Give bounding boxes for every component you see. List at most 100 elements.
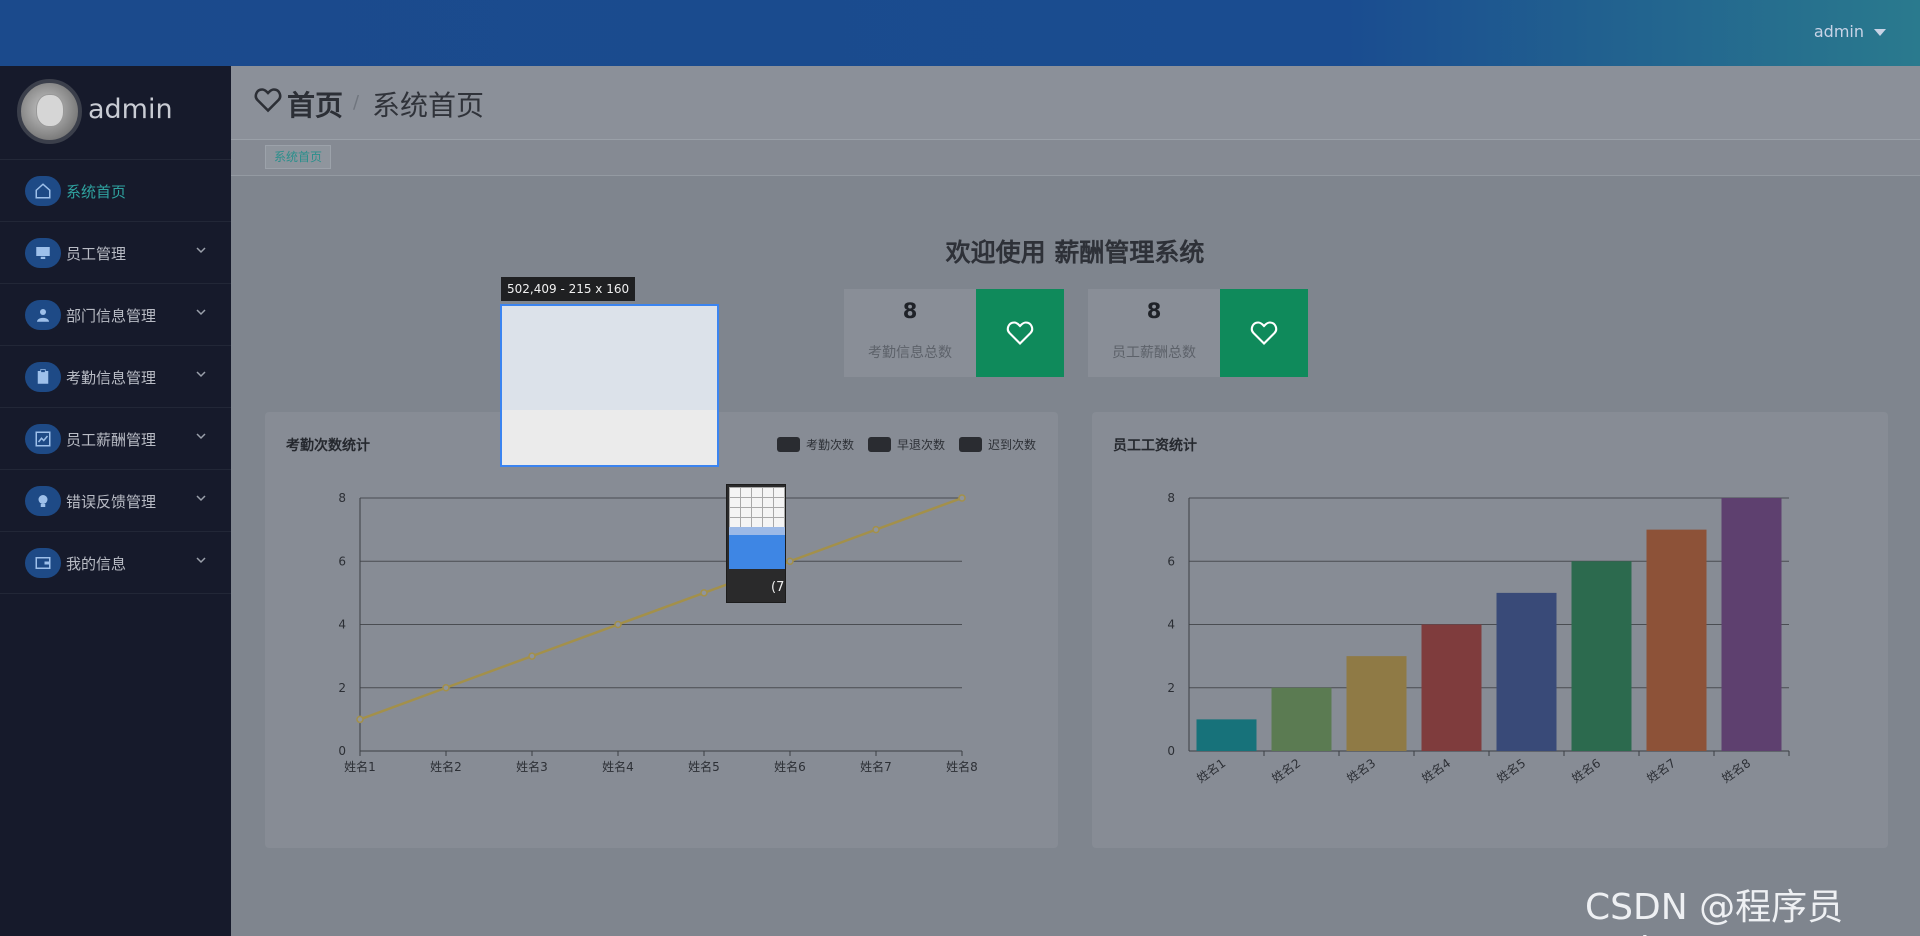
sidebar-item-my-info[interactable]: 我的信息 bbox=[0, 532, 231, 594]
user-icon bbox=[25, 300, 61, 330]
chevron-down-icon[interactable] bbox=[195, 244, 207, 256]
x-tick-label: 姓名3 bbox=[516, 759, 548, 774]
x-tick-label: 姓名4 bbox=[1419, 755, 1454, 785]
x-tick-label: 姓名7 bbox=[860, 759, 892, 774]
sidebar-item-departments[interactable]: 部门信息管理 bbox=[0, 284, 231, 346]
chevron-down-icon[interactable] bbox=[195, 492, 207, 504]
stat-card-attendance: 8 考勤信息总数 bbox=[844, 289, 1064, 377]
y-tick-label: 2 bbox=[338, 681, 346, 695]
bar bbox=[1496, 592, 1557, 751]
bar bbox=[1421, 624, 1482, 751]
data-point bbox=[958, 494, 966, 502]
chevron-down-icon[interactable] bbox=[195, 554, 207, 566]
sidebar-item-label: 员工薪酬管理 bbox=[66, 431, 157, 449]
data-point bbox=[786, 557, 794, 565]
salary-chart-panel: 员工工资统计 0 2 4 6 8 姓名1 姓名2 姓名3 姓名4 姓名5 姓名6 姓名7 姓名8 bbox=[1092, 412, 1888, 848]
sidebar-item-feedback[interactable]: 错误反馈管理 bbox=[0, 470, 231, 532]
x-tick-label: 姓名2 bbox=[430, 759, 462, 774]
chevron-down-icon[interactable] bbox=[195, 430, 207, 442]
profile-name: admin bbox=[88, 94, 173, 125]
series-line bbox=[359, 496, 963, 721]
monitor-icon bbox=[25, 238, 61, 268]
welcome-heading: 欢迎使用 薪酬管理系统 bbox=[945, 238, 1205, 267]
y-tick-label: 8 bbox=[1167, 491, 1175, 505]
data-point bbox=[528, 652, 536, 660]
chevron-down-icon[interactable] bbox=[195, 306, 207, 318]
sidebar: admin 系统首页 员工管理 部门信息管理 考勤信息管理 员工薪酬管理 错误反… bbox=[0, 66, 231, 936]
chevron-down-icon[interactable] bbox=[195, 368, 207, 380]
bar bbox=[1721, 498, 1782, 751]
sidebar-item-label: 员工管理 bbox=[66, 245, 127, 263]
heart-icon bbox=[1220, 289, 1308, 377]
y-tick-label: 8 bbox=[338, 491, 346, 505]
x-tick-label: 姓名6 bbox=[774, 759, 806, 774]
y-tick-label: 6 bbox=[1167, 554, 1175, 568]
sidebar-item-label: 部门信息管理 bbox=[66, 307, 157, 325]
magnifier-coords: (7 bbox=[771, 580, 785, 595]
tab-strip: 系统首页 bbox=[231, 140, 1920, 176]
y-tick-label: 6 bbox=[338, 554, 346, 568]
y-tick-label: 2 bbox=[1167, 681, 1175, 695]
sidebar-profile: admin bbox=[0, 66, 231, 160]
data-point bbox=[872, 525, 880, 534]
heart-icon bbox=[254, 88, 282, 113]
home-icon bbox=[25, 176, 61, 206]
stat-value: 8 bbox=[902, 299, 918, 323]
bar-chart: 0 2 4 6 8 姓名1 姓名2 姓名3 姓名4 姓名5 姓名6 姓名7 姓名8 bbox=[1167, 491, 1790, 786]
heart-icon bbox=[976, 289, 1064, 377]
data-point bbox=[614, 620, 622, 629]
sidebar-item-label: 错误反馈管理 bbox=[66, 493, 157, 511]
stat-value: 8 bbox=[1146, 299, 1162, 323]
x-tick-label: 姓名8 bbox=[946, 759, 978, 774]
x-tick-label: 姓名6 bbox=[1569, 755, 1604, 785]
sidebar-item-salary[interactable]: 员工薪酬管理 bbox=[0, 408, 231, 470]
x-tick-label: 姓名2 bbox=[1269, 755, 1304, 785]
data-point bbox=[700, 589, 708, 597]
x-tick-label: 姓名5 bbox=[688, 759, 720, 774]
x-tick-label: 姓名3 bbox=[1344, 755, 1379, 785]
bar bbox=[1346, 656, 1407, 751]
data-point bbox=[356, 715, 364, 724]
x-tick-label: 姓名1 bbox=[1194, 755, 1229, 785]
sidebar-item-employees[interactable]: 员工管理 bbox=[0, 222, 231, 284]
magnifier: (7 bbox=[726, 484, 786, 603]
stat-card-salary: 8 员工薪酬总数 bbox=[1088, 289, 1308, 377]
sidebar-item-label: 系统首页 bbox=[66, 183, 127, 201]
y-tick-label: 0 bbox=[1167, 744, 1175, 758]
selection-box[interactable] bbox=[500, 304, 719, 467]
clipboard-icon bbox=[25, 362, 61, 392]
sidebar-item-home[interactable]: 系统首页 bbox=[0, 160, 231, 222]
x-tick-label: 姓名5 bbox=[1494, 755, 1529, 785]
y-tick-label: 4 bbox=[1167, 618, 1175, 632]
x-tick-label: 姓名8 bbox=[1719, 755, 1754, 785]
avatar bbox=[17, 79, 82, 144]
bulb-icon bbox=[25, 486, 61, 516]
page-header: 首页 / 系统首页 bbox=[231, 66, 1920, 140]
chevron-down-icon[interactable] bbox=[1874, 29, 1886, 36]
sidebar-item-attendance[interactable]: 考勤信息管理 bbox=[0, 346, 231, 408]
bar bbox=[1646, 529, 1707, 751]
tab-home[interactable]: 系统首页 bbox=[265, 145, 332, 169]
y-tick-label: 0 bbox=[338, 744, 346, 758]
bar bbox=[1571, 561, 1632, 751]
bar bbox=[1271, 687, 1332, 751]
page-subtitle: 系统首页 bbox=[372, 89, 485, 122]
x-tick-label: 姓名4 bbox=[602, 759, 634, 774]
page-title: 首页 bbox=[287, 89, 344, 122]
attendance-chart-panel: 考勤次数统计 考勤次数 早退次数 迟到次数 0 2 4 6 8 姓名1 姓名2 姓名3 姓名4 姓… bbox=[265, 412, 1058, 848]
chart-line-icon bbox=[25, 424, 61, 454]
x-tick-label: 姓名7 bbox=[1644, 755, 1679, 785]
stat-caption: 考勤信息总数 bbox=[868, 345, 952, 361]
sidebar-item-label: 我的信息 bbox=[66, 555, 127, 573]
x-tick-label: 姓名1 bbox=[344, 759, 376, 774]
watermark: CSDN @程序员code bbox=[1585, 887, 1844, 936]
breadcrumb-separator: / bbox=[353, 92, 360, 113]
line-chart: 0 2 4 6 8 姓名1 姓名2 姓名3 姓名4 姓名5 姓名6 姓名7 姓名8 bbox=[338, 491, 978, 774]
sidebar-item-label: 考勤信息管理 bbox=[66, 369, 157, 387]
bar bbox=[1196, 719, 1257, 751]
stat-caption: 员工薪酬总数 bbox=[1112, 345, 1196, 361]
y-tick-label: 4 bbox=[338, 618, 346, 632]
top-bar: admin bbox=[0, 0, 1920, 66]
selection-size-label: 502,409 - 215 x 160 bbox=[501, 277, 636, 301]
user-menu-label[interactable]: admin bbox=[1814, 22, 1864, 41]
